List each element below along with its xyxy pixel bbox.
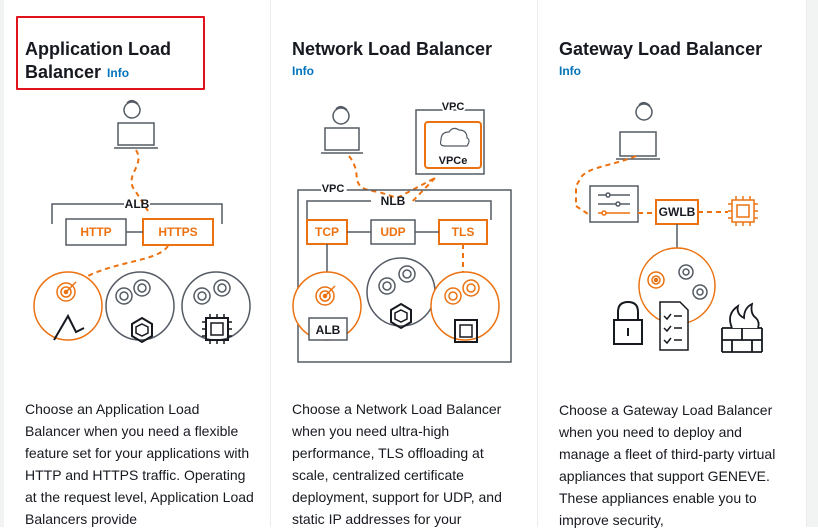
flow-path-vpce <box>409 177 436 205</box>
card-title-text: Network Load Balancer <box>292 39 493 59</box>
info-link[interactable]: Info <box>559 64 794 78</box>
user-icon <box>114 100 158 149</box>
vpc-label: VPC <box>322 183 345 195</box>
card-application-load-balancer[interactable]: Application Load Balancer Info ALB HTTP H… <box>4 0 271 527</box>
instance-target <box>430 271 500 343</box>
card-network-load-balancer[interactable]: Network Load Balancer Info VPC VPCe VPC … <box>271 0 538 527</box>
card-title: Gateway Load Balancer Info <box>559 38 794 78</box>
svg-text:UDP: UDP <box>380 225 405 239</box>
page-edge-right <box>806 0 818 527</box>
route-table-icon <box>589 185 639 223</box>
card-title-text: Application Load Balancer <box>25 39 171 82</box>
vpce-label: VPCe <box>439 155 468 167</box>
nlb-label: NLB <box>381 194 406 208</box>
card-title: Network Load Balancer Info <box>292 38 522 78</box>
card-gateway-load-balancer[interactable]: Gateway Load Balancer Info GWLB Choose a… <box>538 0 806 528</box>
alb-diagram: ALB HTTP HTTPS <box>33 100 251 344</box>
instance-target <box>181 271 251 344</box>
user-icon <box>321 106 363 154</box>
nlb-diagram: VPC VPCe VPC NLB TCP UDP TLS ALB <box>292 99 512 363</box>
user-icon <box>616 102 660 160</box>
card-title-text: Gateway Load Balancer <box>559 39 763 59</box>
info-link[interactable]: Info <box>107 66 129 80</box>
alb-target-label: ALB <box>316 323 341 337</box>
http-label: HTTP <box>80 225 111 239</box>
alb-label: ALB <box>125 197 150 211</box>
firewall-icon <box>721 302 763 353</box>
flow-path-down <box>87 245 169 277</box>
lock-icon <box>613 300 643 345</box>
card-title: Application Load Balancer Info <box>25 38 205 85</box>
card-description: Choose a Network Load Balancer when you … <box>292 401 502 527</box>
container-target <box>366 257 436 330</box>
vpc-endpoint-frame: VPC VPCe <box>415 99 485 175</box>
container-target <box>105 271 175 344</box>
svg-text:TLS: TLS <box>452 225 475 239</box>
checklist-icon <box>659 301 689 351</box>
svg-text:TCP: TCP <box>315 225 339 239</box>
lambda-target <box>33 271 103 341</box>
chip-icon <box>728 196 758 226</box>
gwlb-label: GWLB <box>659 205 696 219</box>
card-description: Choose a Gateway Load Balancer when you … <box>559 402 776 528</box>
card-description: Choose an Application Load Balancer when… <box>25 401 254 527</box>
svg-text:VPC: VPC <box>442 101 465 113</box>
https-label: HTTPS <box>158 225 197 239</box>
gwlb-diagram: GWLB <box>575 102 763 353</box>
info-link[interactable]: Info <box>292 64 522 78</box>
